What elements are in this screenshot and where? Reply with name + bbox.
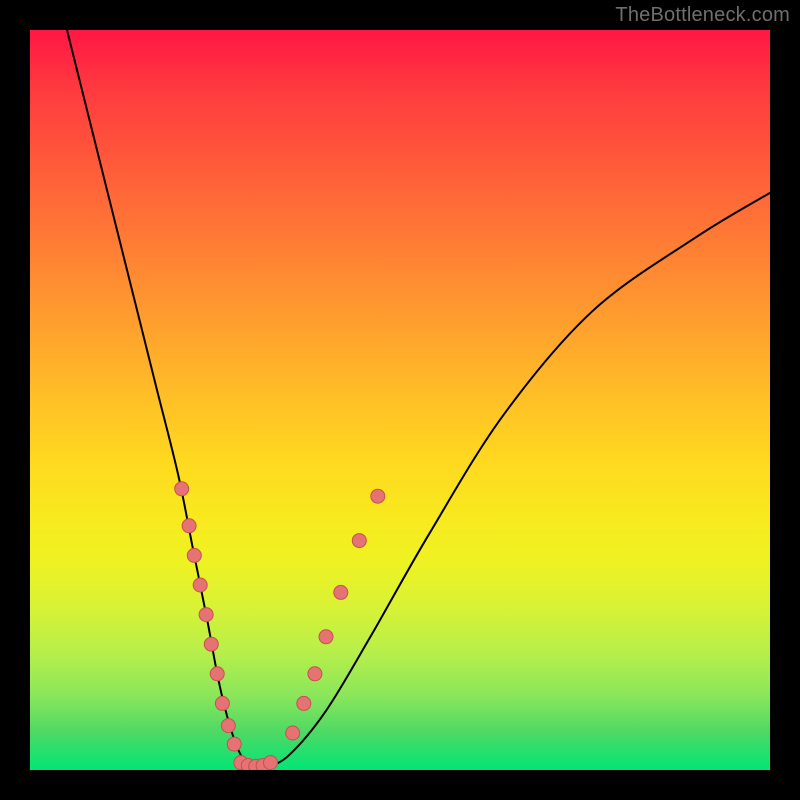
data-marker — [286, 726, 300, 740]
data-marker — [308, 667, 322, 681]
watermark-label: TheBottleneck.com — [615, 4, 790, 27]
data-marker — [371, 489, 385, 503]
data-marker — [199, 608, 213, 622]
data-marker — [221, 719, 235, 733]
data-marker — [334, 585, 348, 599]
data-marker — [193, 578, 207, 592]
data-marker — [264, 756, 278, 770]
data-marker — [227, 737, 241, 751]
data-marker — [210, 667, 224, 681]
plot-area — [30, 30, 770, 770]
data-marker — [182, 519, 196, 533]
data-marker — [204, 637, 218, 651]
chart-svg — [30, 30, 770, 770]
data-marker — [187, 548, 201, 562]
chart-frame: TheBottleneck.com — [0, 0, 800, 800]
data-marker — [215, 696, 229, 710]
data-marker — [175, 482, 189, 496]
data-marker — [297, 696, 311, 710]
data-marker — [319, 630, 333, 644]
bottleneck-curve — [67, 30, 770, 768]
data-marker — [352, 534, 366, 548]
